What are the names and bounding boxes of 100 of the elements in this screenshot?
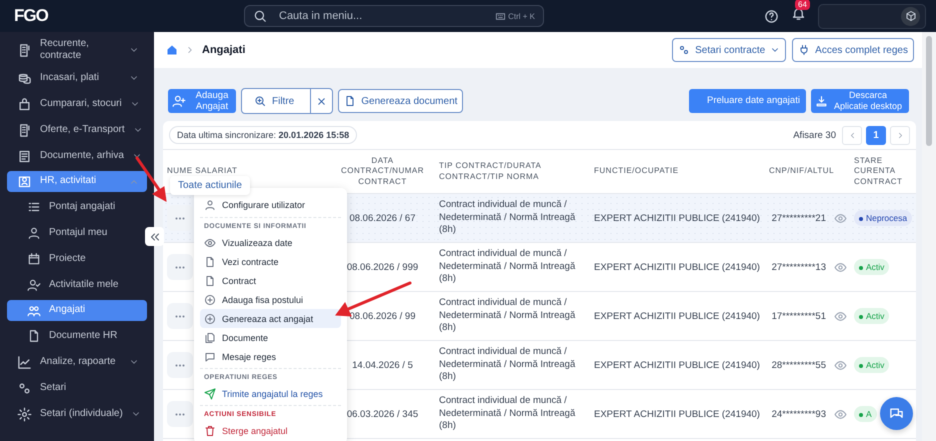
table-cell-text: Contract individual de muncă / Nedeterminată / Normă Intreagă (8h) xyxy=(439,198,576,238)
sidebar-subitem[interactable]: Pontajul meu xyxy=(7,220,147,246)
file-icon xyxy=(344,95,356,107)
more-icon xyxy=(175,314,185,318)
page-size: Afisare 30 xyxy=(793,130,836,140)
collapse-sidebar-button[interactable] xyxy=(145,227,164,246)
eye-icon[interactable] xyxy=(834,408,847,420)
sidebar-item[interactable]: Analize, rapoarte xyxy=(7,349,147,375)
table-cell: 06.03.2026 / 345 xyxy=(346,408,418,420)
status-badge: Activ xyxy=(854,308,890,324)
sidebar-item[interactable]: Oferte, e-Transport xyxy=(7,117,147,143)
settings-icon xyxy=(17,406,32,422)
menu-item[interactable]: Configurare utilizator xyxy=(200,195,341,214)
sidebar-item[interactable]: HR, activitati xyxy=(7,171,147,192)
sync-info: Data ultima sincronizare: 20.01.2026 15:58 xyxy=(169,126,358,144)
eye-icon[interactable] xyxy=(834,260,847,274)
add-employee-button[interactable]: Adauga Angajat xyxy=(168,89,236,113)
status-badge: Neprocesa xyxy=(854,210,912,226)
sidebar-subitem[interactable]: Proiecte xyxy=(7,246,147,272)
annotation-arrow xyxy=(136,156,167,202)
cube-icon xyxy=(904,10,916,22)
table-cell: 08.06.2026 / 67 xyxy=(349,212,416,224)
sidebar-subitem[interactable]: Angajati xyxy=(7,300,147,321)
sidebar-subitem[interactable]: Activitatile mele xyxy=(7,272,147,298)
table-cell-text: Contract individual de muncă / Nedeterminată / Normă Intreagă (8h) xyxy=(439,296,576,336)
file-icon xyxy=(204,274,216,286)
logo: FGO xyxy=(14,6,50,26)
scrollbar-thumb[interactable] xyxy=(926,36,932,146)
toolbar-button[interactable]: Preluare date angajati xyxy=(689,89,806,113)
file-icon xyxy=(204,256,216,268)
menu-item[interactable]: Vezi contracte xyxy=(200,252,341,271)
more-icon xyxy=(175,216,185,220)
page-title: Angajati xyxy=(202,44,246,56)
close-icon xyxy=(316,96,328,106)
table-cell: 08.06.2026 / 999 xyxy=(346,262,418,272)
menu-item[interactable]: Adauga fisa postului xyxy=(200,290,341,309)
sidebar-subitem[interactable]: Documente HR xyxy=(7,323,147,349)
help-icon[interactable] xyxy=(764,8,779,24)
sidebar-item[interactable]: Setari (individuale) xyxy=(7,401,147,427)
row-actions-button[interactable] xyxy=(167,254,193,280)
double-chevron-left-icon xyxy=(148,230,160,242)
shortcut-hint: Ctrl + K xyxy=(508,12,535,20)
sidebar-item[interactable]: Documente, arhiva xyxy=(7,143,147,169)
sidebar-subitem[interactable]: Pontaj angajati xyxy=(7,194,147,220)
user-icon xyxy=(27,226,41,240)
table-cell: 24*********93 xyxy=(772,408,826,420)
page-button[interactable]: 1 xyxy=(866,126,886,144)
table-cell: 27*********13 xyxy=(772,262,826,272)
trash-icon xyxy=(204,424,216,436)
search-input[interactable]: Cauta in meniu... xyxy=(277,9,486,23)
generate-document-button[interactable]: Genereaza document xyxy=(338,89,464,113)
status-badge: Activ xyxy=(854,259,890,275)
menu-item[interactable]: Mesaje reges xyxy=(200,347,341,366)
list-icon xyxy=(27,200,41,214)
chart-icon xyxy=(17,354,32,370)
table-cell: 08.06.2026 / 99 xyxy=(349,310,416,322)
more-icon xyxy=(175,266,185,268)
menu-item[interactable]: Contract xyxy=(200,271,341,290)
table-cell-text: Contract individual de muncă / Nedeterminată / Normă Intreagă (8h) xyxy=(439,394,576,434)
file-icon xyxy=(27,329,41,343)
eye-icon[interactable] xyxy=(834,310,847,322)
more-icon xyxy=(175,412,185,416)
scrollbar[interactable] xyxy=(922,32,936,441)
home-icon[interactable] xyxy=(166,44,178,56)
eye-icon[interactable] xyxy=(834,212,847,224)
document-icon xyxy=(17,148,32,164)
table-cell-text: Contract individual de muncă / Nedeterminată / Normă Intreagă (8h) xyxy=(439,346,576,384)
status-badge: A xyxy=(854,406,877,422)
row-actions-button[interactable] xyxy=(167,352,193,378)
table-cell: 28*********55 xyxy=(772,360,826,370)
user-plus-icon xyxy=(172,94,186,108)
keyboard-icon xyxy=(495,10,506,22)
menu-item[interactable]: Sterge angajatul xyxy=(200,421,341,440)
sidebar-item[interactable]: Recurente, contracte xyxy=(7,35,147,65)
sidebar-item[interactable]: Incasari, plati xyxy=(7,65,147,91)
search-field[interactable]: Cauta in meniu... Ctrl + K xyxy=(244,5,544,27)
plus-circle-icon xyxy=(204,294,216,306)
eye-icon[interactable] xyxy=(834,358,847,372)
table-cell: EXPERT ACHIZITII PUBLICE (241940) xyxy=(594,360,760,370)
sidebar-item[interactable]: Cumparari, stocuri xyxy=(7,91,147,117)
table-cell: EXPERT ACHIZITII PUBLICE (241940) xyxy=(594,212,760,224)
row-actions-button[interactable] xyxy=(167,303,193,329)
menu-item[interactable]: Genereaza act angajat xyxy=(200,309,341,328)
files-icon xyxy=(204,332,216,344)
sidebar-item[interactable]: Setari xyxy=(7,375,147,401)
user-check-icon xyxy=(27,278,41,292)
row-actions-button[interactable] xyxy=(167,401,193,427)
header-button[interactable]: Setari contracte xyxy=(672,38,786,62)
toolbar-button[interactable]: Descarca Aplicatie desktop xyxy=(811,89,909,113)
table-cell: EXPERT ACHIZITII PUBLICE (241940) xyxy=(594,262,760,272)
plus-circle-icon xyxy=(204,312,216,324)
next-page-button[interactable] xyxy=(890,126,910,144)
user-menu[interactable] xyxy=(818,4,926,28)
previous-page-button[interactable] xyxy=(842,126,862,144)
table-cell: EXPERT ACHIZITII PUBLICE (241940) xyxy=(594,408,760,420)
header-button[interactable]: Acces complet reges xyxy=(792,38,914,62)
table-cell: EXPERT ACHIZITII PUBLICE (241940) xyxy=(594,310,760,322)
table-cell: 17*********51 xyxy=(772,310,826,322)
chat-icon xyxy=(204,350,216,362)
download-icon xyxy=(815,94,828,108)
